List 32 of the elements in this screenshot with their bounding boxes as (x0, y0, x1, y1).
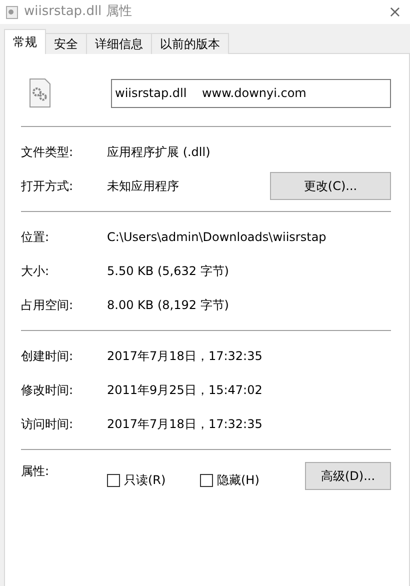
field-label: 占用空间: (21, 297, 74, 314)
field-value: 2017年7月18日，17:32:35 (107, 416, 262, 433)
checkbox-label[interactable]: 隐藏(H) (217, 471, 260, 489)
field-label: 创建时间: (21, 348, 74, 365)
field-label: 访问时间: (21, 416, 74, 433)
tab[interactable]: 以前的版本 (151, 33, 229, 54)
tab[interactable]: 详细信息 (86, 33, 152, 54)
field-value: 2017年7月18日，17:32:35 (107, 348, 262, 365)
advanced-button[interactable]: 高级(D)... (305, 462, 391, 490)
field-label: 属性: (21, 463, 50, 480)
field-value: 应用程序扩展 (.dll) (107, 144, 210, 161)
field-value: 2011年9月25日，15:47:02 (107, 382, 262, 399)
file-name-field[interactable]: wiisrstap.dll www.downyi.com (111, 78, 391, 108)
file-icon (6, 6, 18, 18)
field-value: 5.50 KB (5,632 字节) (107, 263, 229, 280)
field-value: C:\Users\admin\Downloads\wiisrstap (107, 229, 326, 246)
change-button[interactable]: 更改(C)... (270, 172, 391, 200)
checkbox-label[interactable]: 只读(R) (124, 471, 166, 489)
field-value: 8.00 KB (8,192 字节) (107, 297, 229, 314)
tab[interactable]: 常规 (4, 29, 46, 54)
window-title: wiisrstap.dll 属性 (24, 3, 132, 22)
field-label: 修改时间: (21, 382, 74, 399)
field-label: 位置: (21, 229, 50, 246)
field-label: 文件类型: (21, 144, 74, 161)
tab[interactable]: 安全 (45, 33, 87, 54)
field-value: 未知应用程序 (107, 178, 179, 195)
dll-file-icon (29, 78, 51, 108)
checkbox[interactable] (200, 474, 213, 486)
field-label: 打开方式: (21, 178, 74, 195)
close-button[interactable]: × (380, 0, 410, 24)
field-label: 大小: (21, 263, 50, 280)
checkbox[interactable] (107, 474, 120, 486)
